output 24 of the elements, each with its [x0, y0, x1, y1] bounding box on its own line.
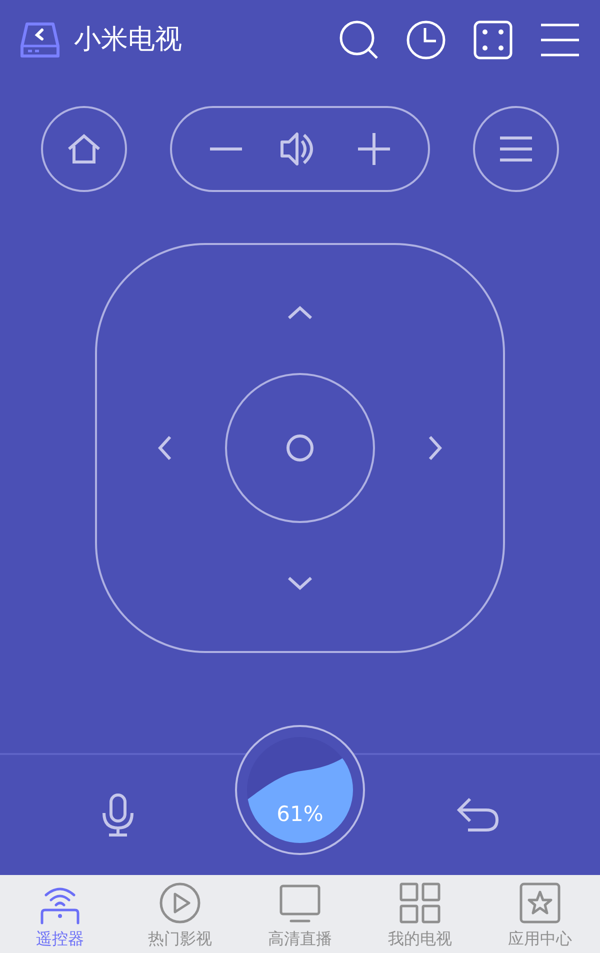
minus-icon[interactable] — [210, 147, 242, 151]
dice-icon[interactable] — [473, 20, 513, 60]
nav-tab[interactable]: 高清直播 — [240, 875, 360, 953]
nav-tab[interactable]: 应用中心 — [480, 875, 600, 953]
home-icon — [67, 134, 101, 164]
microphone-icon[interactable] — [100, 793, 136, 837]
gauge-reading: 61% — [276, 801, 324, 828]
search-icon[interactable] — [339, 20, 379, 60]
nav-tab[interactable]: 遥控器 — [0, 875, 120, 953]
menu-icon — [500, 136, 532, 162]
nav-tab[interactable]: 我的电视 — [360, 875, 480, 953]
circle-icon — [286, 434, 314, 462]
menu-button[interactable] — [473, 106, 559, 192]
clock-icon[interactable] — [406, 20, 446, 60]
grid-icon — [398, 881, 442, 925]
back-icon[interactable] — [20, 20, 60, 60]
ok-button[interactable] — [225, 373, 375, 523]
nav-tab[interactable]: 热门影视 — [120, 875, 240, 953]
plus-icon[interactable] — [358, 133, 390, 165]
home-button[interactable] — [41, 106, 127, 192]
menu-icon[interactable] — [540, 23, 580, 57]
back-arrow-icon[interactable] — [456, 797, 500, 833]
app-title: 小米电视 — [74, 22, 182, 57]
play-icon — [158, 881, 202, 925]
